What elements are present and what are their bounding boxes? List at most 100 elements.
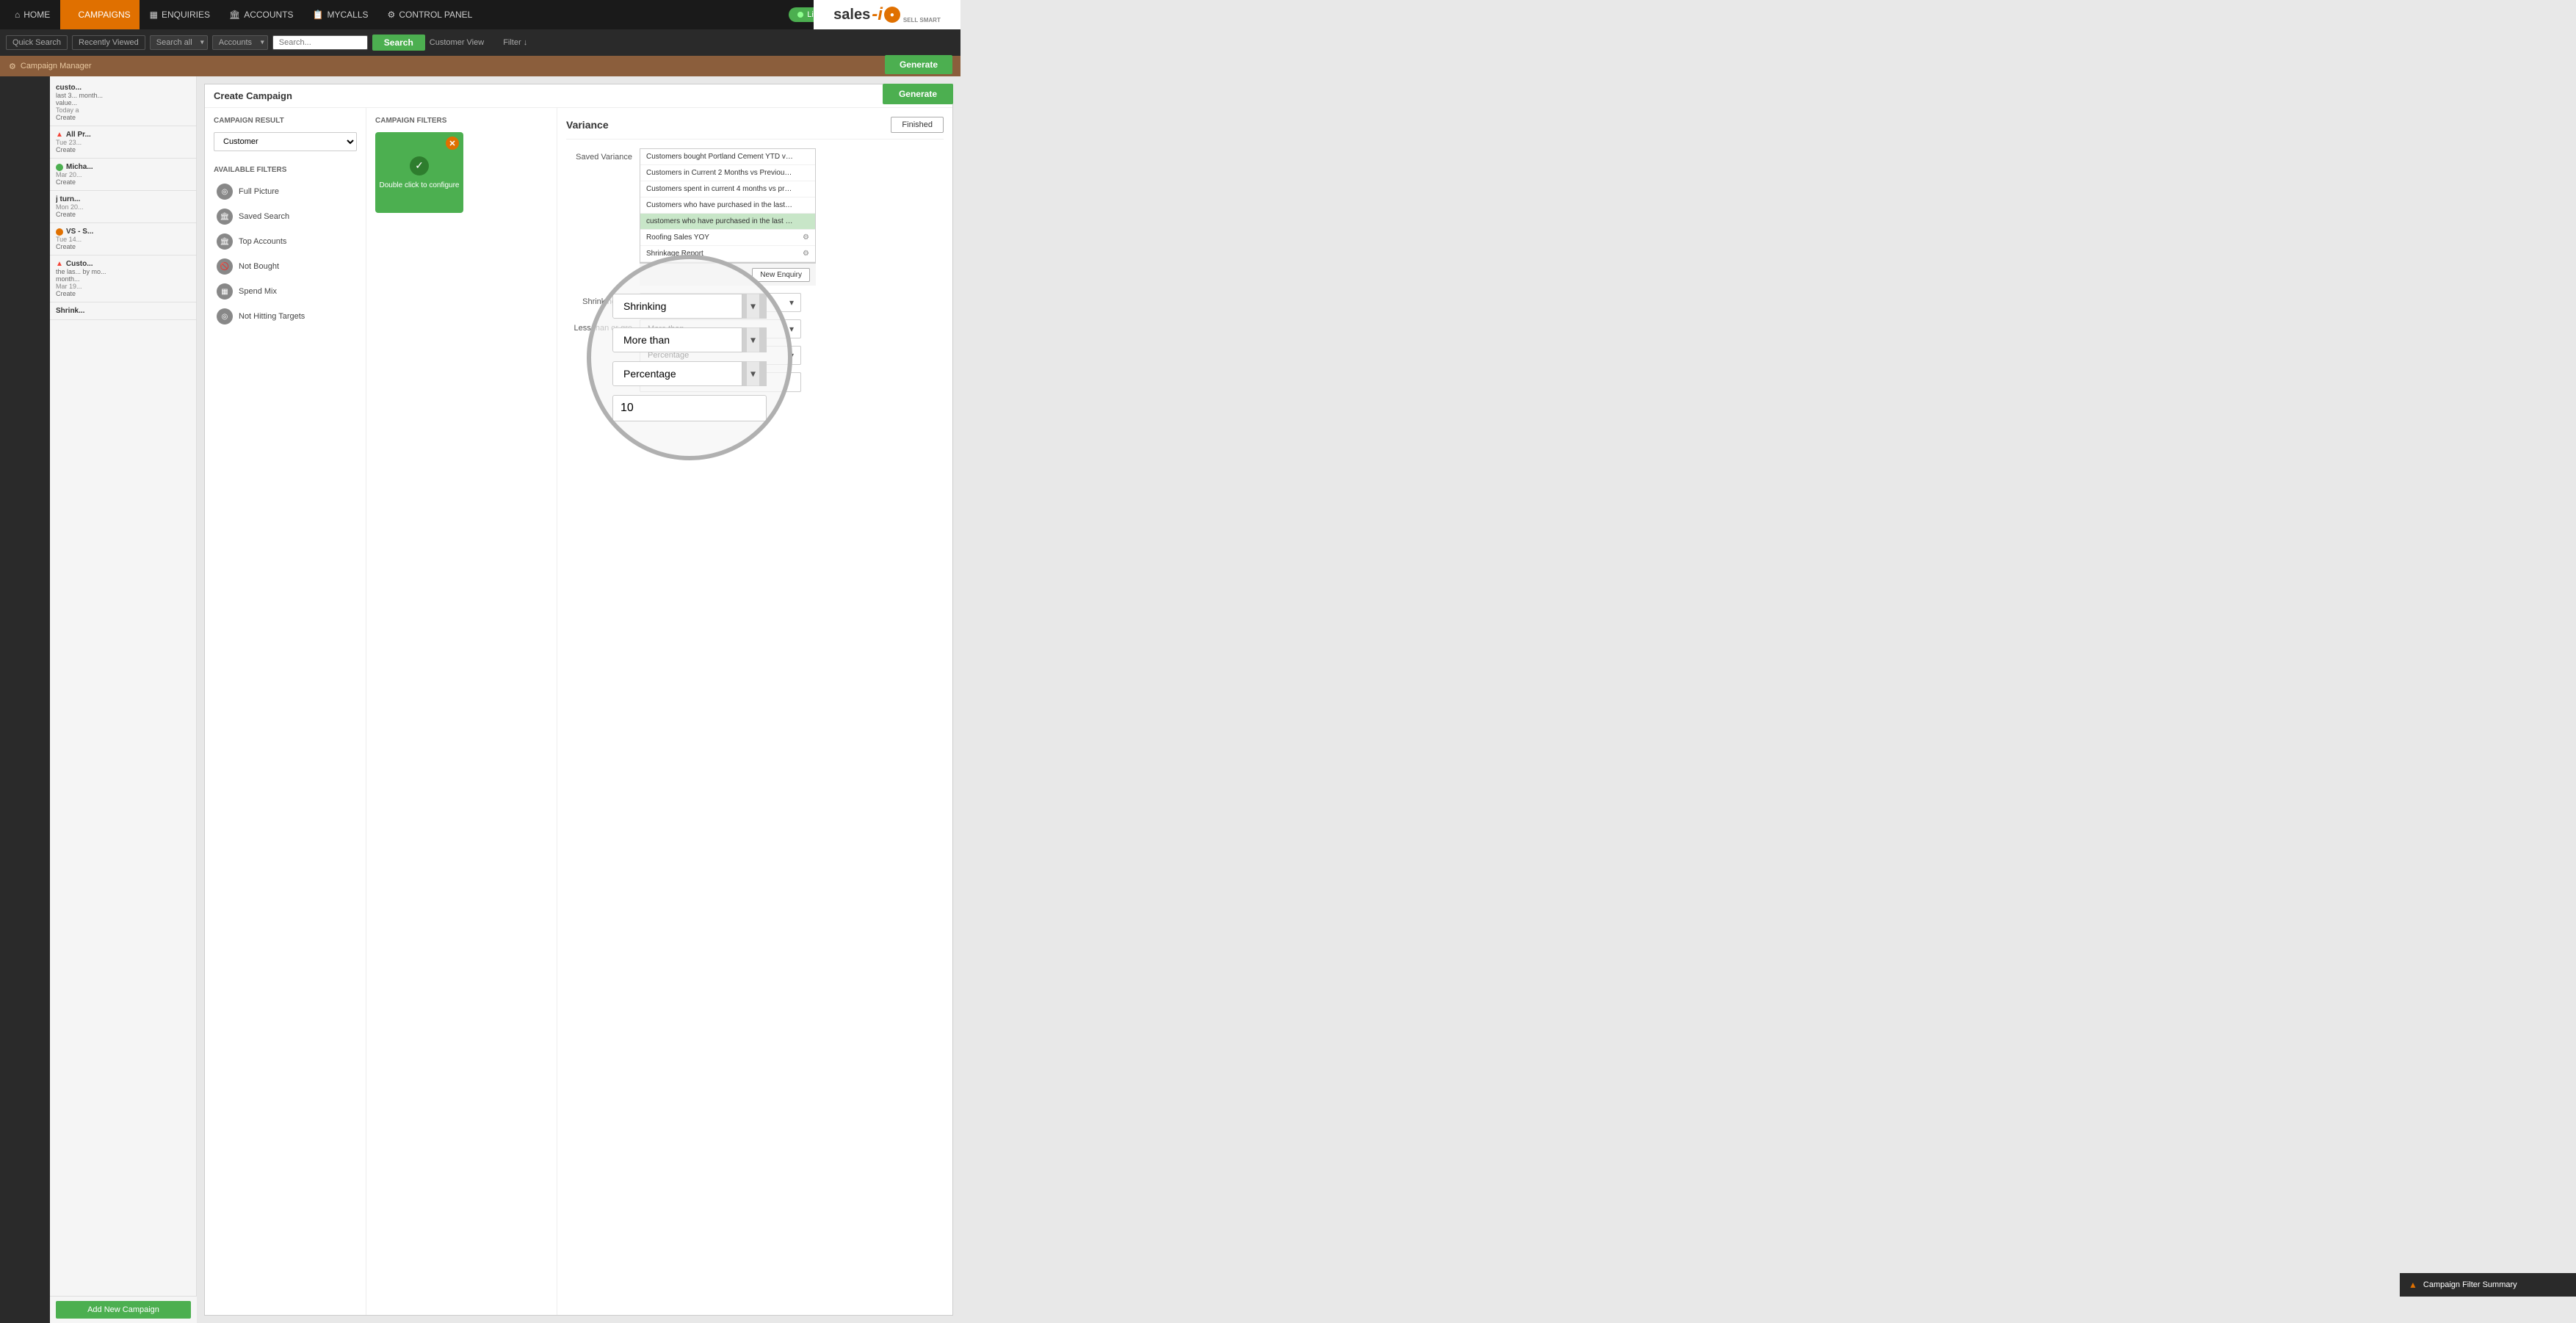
mag-value-input[interactable]: [612, 395, 767, 421]
filter-check-icon: ✓: [410, 156, 429, 175]
filter-box-label: Double click to configure: [380, 181, 460, 189]
breadcrumb-icon: ⚙: [9, 62, 16, 71]
filter-summary-label: Campaign Filter Summary: [2423, 1280, 2517, 1289]
nav-accounts[interactable]: 🏛 ACCOUNTS: [220, 0, 303, 29]
list-item[interactable]: VS - S... Tue 14... Create: [50, 223, 196, 255]
campaign-result-select[interactable]: Customer: [214, 132, 357, 151]
campaign-result-panel: CAMPAIGN RESULT Customer AVAILABLE FILTE…: [205, 108, 366, 1315]
search-all-select-wrap: Search all: [150, 35, 208, 50]
campaign-result-title: CAMPAIGN RESULT: [214, 117, 357, 125]
status-indicator: [56, 164, 63, 171]
variance-list-item[interactable]: Customers spent in current 4 months vs p…: [640, 181, 815, 197]
filter-saved-search[interactable]: 🏛 Saved Search: [214, 205, 357, 228]
value-input[interactable]: [640, 372, 801, 392]
create-campaign-title: Create Campaign: [214, 90, 292, 101]
finished-button[interactable]: Finished: [891, 117, 944, 133]
warning-icon: ▲: [56, 131, 63, 139]
variance-list-item[interactable]: Shrinkage Report ⚙: [640, 246, 815, 262]
variance-list-item[interactable]: Roofing Sales YOY ⚙: [640, 230, 815, 246]
filter-summary-bar[interactable]: ▲ Campaign Filter Summary: [2400, 1273, 2576, 1297]
filter-close-icon[interactable]: ✕: [446, 137, 459, 150]
warning-icon: ▲: [56, 260, 63, 268]
enquiries-icon: ▦: [150, 10, 158, 20]
top-accounts-icon: 🏛: [217, 233, 233, 250]
recently-viewed-button[interactable]: Recently Viewed: [72, 35, 145, 50]
variance-list-item-selected[interactable]: customers who have purchased in the last…: [640, 214, 815, 230]
shrinking-label: Shrinking or g: [566, 293, 632, 306]
filter-top-accounts[interactable]: 🏛 Top Accounts: [214, 230, 357, 253]
variance-item-icon[interactable]: ⚙: [803, 233, 809, 242]
saved-variance-label: Saved Variance: [566, 148, 632, 162]
new-enquiry-button[interactable]: New Enquiry: [752, 268, 810, 282]
saved-variance-row: Saved Variance Customers bought Portland…: [566, 148, 944, 286]
list-item[interactable]: Micha... Mar 20... Create: [50, 159, 196, 191]
accounts-select-wrap: Accounts: [212, 35, 268, 50]
less-than-label: Less than or gre: [566, 319, 632, 333]
list-item[interactable]: ▲ All Pr... Tue 23... Create: [50, 126, 196, 159]
variance-list-actions: New Enquiry: [640, 263, 816, 286]
variance-header: Variance Finished: [566, 117, 944, 139]
list-item[interactable]: Shrink...: [50, 302, 196, 320]
top-navigation: ⌂ HOME ● CAMPAIGNS ▦ ENQUIRIES 🏛 ACCOUNT…: [0, 0, 960, 29]
variance-panel: Variance Finished Saved Variance Custome…: [557, 108, 952, 1315]
shrinking-row: Shrinking or g Shrinking Growing: [566, 293, 944, 312]
customer-view-link[interactable]: Customer View: [430, 38, 484, 47]
more-than-select-wrap: More than Less than: [640, 319, 801, 338]
variance-list-item[interactable]: Customers bought Portland Cement YTD vs …: [640, 149, 815, 165]
logo-circle: ●: [884, 7, 900, 23]
shrinking-select-wrap: Shrinking Growing: [640, 293, 801, 312]
main-layout: custo... last 3... month... value... Tod…: [0, 76, 960, 1323]
brand-logo: sales -i ● SELL SMART: [814, 0, 960, 29]
mycalls-icon: 📋: [313, 10, 324, 20]
list-item[interactable]: j turn... Mon 20... Create: [50, 191, 196, 223]
filter-not-hitting-targets[interactable]: ◎ Not Hitting Targets: [214, 305, 357, 328]
status-indicator: [56, 228, 63, 236]
filter-full-picture[interactable]: ◎ Full Picture: [214, 180, 357, 203]
list-item[interactable]: custo... last 3... month... value... Tod…: [50, 79, 196, 126]
more-than-select[interactable]: More than Less than: [640, 319, 801, 338]
variance-list-item[interactable]: Customers who have purchased in the last…: [640, 197, 815, 214]
breadcrumb-path: Campaign Manager: [21, 62, 92, 70]
spend-mix-icon: ▦: [217, 283, 233, 300]
variance-item-icon[interactable]: ⚙: [803, 250, 809, 258]
variance-list-item[interactable]: Customers in Current 2 Months vs Previou…: [640, 165, 815, 181]
nav-enquiries[interactable]: ▦ ENQUIRIES: [141, 0, 219, 29]
available-filters-title: AVAILABLE FILTERS: [214, 166, 357, 174]
nav-campaigns[interactable]: ● CAMPAIGNS: [60, 0, 139, 29]
create-campaign-panel: Create Campaign Generate CAMPAIGN RESULT…: [204, 84, 953, 1316]
available-filters-section: AVAILABLE FILTERS ◎ Full Picture 🏛 Saved…: [214, 166, 357, 328]
search-bar: Quick Search Recently Viewed Search all …: [0, 29, 960, 56]
accounts-icon: 🏛: [229, 10, 240, 20]
left-sidebar: [0, 76, 50, 1323]
variance-dropdown-list[interactable]: Customers bought Portland Cement YTD vs …: [640, 148, 816, 263]
filter-spend-mix[interactable]: ▦ Spend Mix: [214, 280, 357, 303]
campaign-filters-title: CAMPAIGN FILTERS: [375, 117, 548, 125]
variance-title: Variance: [566, 119, 609, 131]
nav-controlpanel[interactable]: ⚙ CONTROL PANEL: [379, 0, 482, 29]
generate-button-top[interactable]: Generate: [883, 84, 953, 104]
nav-home[interactable]: ⌂ HOME: [6, 0, 59, 29]
nav-mycalls[interactable]: 📋 MYCALLS: [304, 0, 377, 29]
list-item[interactable]: ▲ Custo... the las... by mo... month... …: [50, 255, 196, 302]
generate-button[interactable]: Generate: [885, 55, 952, 74]
filter-link[interactable]: Filter ↓: [503, 38, 527, 47]
value-input-row: [566, 372, 944, 392]
accounts-select[interactable]: Accounts: [212, 35, 268, 50]
search-input[interactable]: [272, 35, 368, 50]
quick-search-button[interactable]: Quick Search: [6, 35, 68, 50]
less-than-row: Less than or gre More than Less than: [566, 319, 944, 338]
campaign-list: custo... last 3... month... value... Tod…: [50, 76, 197, 1323]
percentage-select[interactable]: Percentage Value: [640, 346, 801, 365]
help-dot-icon: [797, 12, 803, 18]
add-campaign-button[interactable]: Add New Campaign: [56, 1301, 191, 1319]
summary-triangle-icon: ▲: [2409, 1280, 2417, 1290]
percentage-select-wrap: Percentage Value: [640, 346, 801, 365]
filter-not-bought[interactable]: 🚫 Not Bought: [214, 255, 357, 278]
filter-configure-box[interactable]: ✕ ✓ Double click to configure: [375, 132, 463, 213]
percentage-row: Percentage Value: [566, 346, 944, 365]
not-hitting-targets-icon: ◎: [217, 308, 233, 325]
shrinking-select[interactable]: Shrinking Growing: [640, 293, 801, 312]
variance-list-container: Customers bought Portland Cement YTD vs …: [640, 148, 816, 286]
search-button[interactable]: Search: [372, 35, 425, 51]
search-all-select[interactable]: Search all: [150, 35, 208, 50]
